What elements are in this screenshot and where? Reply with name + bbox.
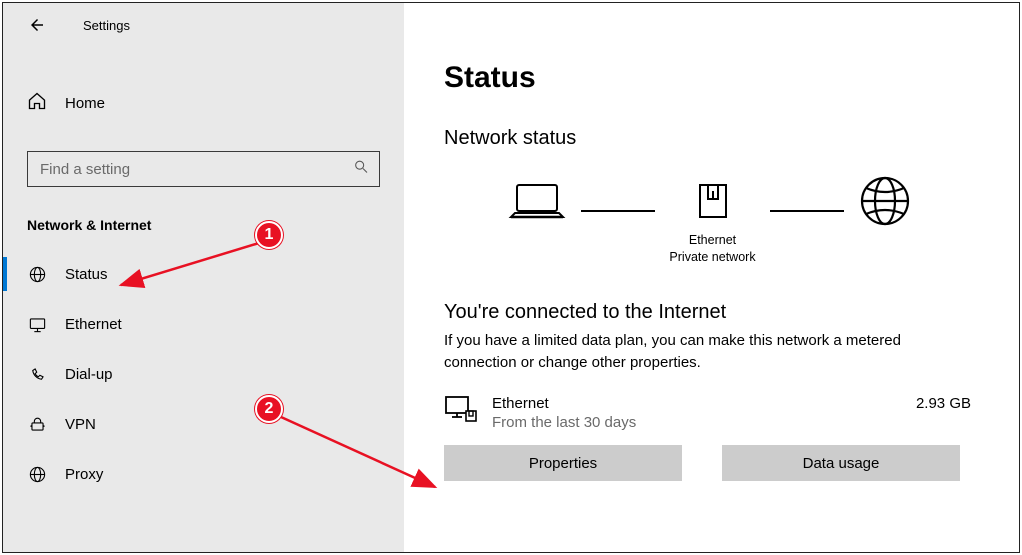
sidebar-item-label: Dial-up xyxy=(65,366,113,383)
sidebar: Settings Home Network & Internet Status xyxy=(3,3,404,552)
home-label: Home xyxy=(65,95,105,112)
network-diagram: Ethernet Private network xyxy=(444,174,975,273)
sidebar-item-label: Proxy xyxy=(65,466,103,483)
sidebar-section-header: Network & Internet xyxy=(3,217,404,233)
vpn-icon xyxy=(27,415,47,434)
annotation-callout-2: 2 xyxy=(255,395,283,423)
adapter-subtitle: From the last 30 days xyxy=(492,414,636,431)
sidebar-item-label: Status xyxy=(65,266,108,283)
search-input[interactable] xyxy=(28,152,379,186)
section-heading: Network status xyxy=(444,127,975,150)
globe-large-icon xyxy=(858,174,912,233)
sidebar-item-dialup[interactable]: Dial-up xyxy=(3,349,404,399)
home-icon xyxy=(27,91,47,116)
connected-description: If you have a limited data plan, you can… xyxy=(444,330,975,374)
globe-icon xyxy=(27,465,47,484)
dialup-icon xyxy=(27,365,47,384)
sidebar-item-status[interactable]: Status xyxy=(3,249,404,299)
adapter-icon xyxy=(444,395,482,430)
annotation-callout-1: 1 xyxy=(255,221,283,249)
laptop-icon xyxy=(507,179,567,228)
properties-button[interactable]: Properties xyxy=(444,445,682,481)
page-title: Status xyxy=(444,61,975,95)
main-content: Status Network status Ethernet Private n… xyxy=(404,3,1019,552)
adapter-name: Ethernet xyxy=(492,395,636,412)
search-box[interactable] xyxy=(27,151,380,187)
monitor-icon xyxy=(27,315,47,334)
diagram-adapter-name: Ethernet xyxy=(689,233,736,247)
adapter-usage: 2.93 GB xyxy=(916,395,975,412)
arrow-left-icon xyxy=(28,16,46,34)
sidebar-item-label: VPN xyxy=(65,416,96,433)
sidebar-item-label: Ethernet xyxy=(65,316,122,333)
sidebar-item-proxy[interactable]: Proxy xyxy=(3,449,404,499)
router-icon xyxy=(696,181,730,226)
back-button[interactable] xyxy=(23,11,51,39)
search-icon xyxy=(353,159,369,180)
adapter-row: Ethernet From the last 30 days 2.93 GB xyxy=(444,395,975,431)
globe-icon xyxy=(27,265,47,284)
sidebar-item-ethernet[interactable]: Ethernet xyxy=(3,299,404,349)
app-title: Settings xyxy=(83,18,130,33)
diagram-adapter-type: Private network xyxy=(669,250,755,264)
sidebar-home[interactable]: Home xyxy=(3,81,404,125)
data-usage-button[interactable]: Data usage xyxy=(722,445,960,481)
sidebar-item-vpn[interactable]: VPN xyxy=(3,399,404,449)
connected-heading: You're connected to the Internet xyxy=(444,301,975,324)
